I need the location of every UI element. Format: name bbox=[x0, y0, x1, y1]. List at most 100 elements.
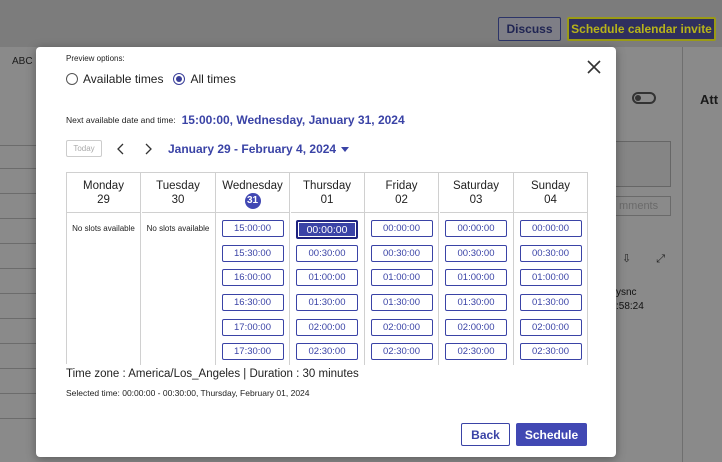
day-name: Saturday bbox=[452, 180, 500, 192]
close-icon[interactable] bbox=[586, 59, 602, 75]
time-slot[interactable]: 17:00:00 bbox=[221, 318, 284, 336]
selected-time-text: Selected time: 00:00:00 - 00:30:00, Thur… bbox=[66, 388, 310, 398]
radio-available-times[interactable]: Available times bbox=[66, 72, 163, 86]
week-calendar-grid: Monday 29 No slots available Tuesday 30 No sl… bbox=[66, 172, 588, 368]
day-column-thursday: Thursday 01 00:00:00 00:30:00 01:00:00 01:30:… bbox=[290, 173, 365, 368]
day-column-friday: Friday 02 00:00:00 00:30:00 01:00:00 01:30:00… bbox=[365, 173, 439, 365]
timezone-duration-text: Time zone : America/Los_Angeles | Durati… bbox=[66, 368, 359, 380]
day-name: Sunday bbox=[530, 180, 570, 192]
preview-options-label: Preview options: bbox=[66, 54, 125, 63]
time-slot[interactable]: 01:00:00 bbox=[445, 269, 507, 287]
today-button[interactable]: Today bbox=[66, 140, 102, 157]
radio-available-times-label: Available times bbox=[83, 72, 164, 86]
day-column-wednesday: Wednesday 31 15:00:00 15:30:00 16:00:00 16:30… bbox=[216, 173, 290, 365]
schedule-calendar-invite-button[interactable]: Schedule calendar invite bbox=[567, 17, 716, 41]
day-number: 01 bbox=[320, 194, 334, 206]
time-slot[interactable]: 17:30:00 bbox=[221, 343, 284, 361]
time-slot[interactable]: 16:30:00 bbox=[221, 294, 284, 312]
schedule-preview-dialog: Preview options: Available times All tim… bbox=[36, 47, 616, 457]
day-name: Friday bbox=[385, 180, 418, 192]
time-slot-list: 00:00:00 00:30:00 01:00:00 01:30:00 02:00:00… bbox=[291, 213, 364, 368]
day-column-sunday: Sunday 04 00:00:00 00:30:00 01:00:00 01:30:00… bbox=[514, 173, 588, 365]
time-slot[interactable]: 02:00:00 bbox=[519, 318, 582, 336]
time-slot[interactable]: 15:30:00 bbox=[221, 244, 284, 262]
day-number: 03 bbox=[469, 194, 483, 206]
day-number: 30 bbox=[171, 194, 185, 206]
next-available-label: Next available date and time: bbox=[66, 115, 176, 125]
time-slot[interactable]: 02:30:00 bbox=[519, 343, 582, 361]
day-column-monday: Monday 29 No slots available bbox=[67, 173, 141, 365]
radio-all-times-label: All times bbox=[190, 72, 236, 86]
background-divider bbox=[682, 47, 683, 462]
day-header: Friday 02 bbox=[365, 173, 438, 213]
discuss-button[interactable]: Discuss bbox=[498, 17, 561, 41]
time-slot[interactable]: 02:00:00 bbox=[296, 318, 358, 336]
time-slot[interactable]: 02:30:00 bbox=[370, 343, 433, 361]
next-week-chevron-right-icon[interactable] bbox=[141, 142, 155, 156]
time-slot[interactable]: 00:00:00 bbox=[519, 220, 582, 237]
expand-icon[interactable]: ⤢ bbox=[656, 253, 665, 265]
time-slot[interactable]: 16:00:00 bbox=[221, 269, 284, 287]
time-slot-selected[interactable]: 00:00:00 bbox=[296, 220, 358, 239]
date-range-label[interactable]: January 29 - February 4, 2024 bbox=[168, 142, 336, 156]
day-name: Monday bbox=[83, 180, 124, 192]
next-available-row: Next available date and time: 15:00:00, … bbox=[66, 113, 405, 127]
preview-options-radio-group: Available times All times bbox=[66, 72, 246, 86]
day-header: Tuesday 30 bbox=[141, 173, 215, 213]
time-slot[interactable]: 02:00:00 bbox=[445, 318, 507, 336]
background-sync-text: ysnc :58:24 bbox=[616, 287, 644, 312]
time-slot[interactable]: 01:30:00 bbox=[296, 294, 358, 312]
day-number: 29 bbox=[97, 194, 110, 206]
schedule-button[interactable]: Schedule bbox=[516, 423, 587, 446]
time-slot[interactable]: 02:30:00 bbox=[296, 343, 358, 361]
back-button[interactable]: Back bbox=[461, 423, 510, 446]
time-slot[interactable]: 00:30:00 bbox=[370, 244, 433, 262]
day-header: Saturday 03 bbox=[439, 173, 513, 213]
date-range-caret-down-icon[interactable] bbox=[341, 146, 350, 152]
radio-all-times[interactable]: All times bbox=[173, 72, 236, 86]
day-name: Thursday bbox=[303, 180, 351, 192]
background-toggle[interactable] bbox=[632, 92, 656, 104]
time-slot[interactable]: 00:30:00 bbox=[296, 244, 358, 262]
time-slot-list: 00:00:00 00:30:00 01:00:00 01:30:00 02:00:00… bbox=[514, 213, 587, 368]
time-slot[interactable]: 01:00:00 bbox=[296, 269, 358, 287]
radio-all-times-circle[interactable] bbox=[173, 73, 186, 85]
time-slot-list: 15:00:00 15:30:00 16:00:00 16:30:00 17:00:00… bbox=[216, 213, 289, 368]
time-slot[interactable]: 00:30:00 bbox=[519, 244, 582, 262]
day-number: 02 bbox=[395, 194, 408, 206]
time-slot[interactable]: 01:30:00 bbox=[445, 294, 507, 312]
day-header: Monday 29 bbox=[67, 173, 140, 213]
day-name: Wednesday bbox=[222, 180, 283, 192]
next-available-value[interactable]: 15:00:00, Wednesday, January 31, 2024 bbox=[182, 113, 405, 127]
day-column-tuesday: Tuesday 30 No slots available bbox=[141, 173, 216, 365]
day-header: Wednesday 31 bbox=[216, 173, 289, 213]
background-right-heading: Att bbox=[700, 92, 719, 107]
time-slot[interactable]: 01:00:00 bbox=[519, 269, 582, 287]
background-comments-button[interactable]: mments bbox=[616, 196, 671, 216]
week-navigation: Today January 29 - February 4, 2024 bbox=[66, 140, 350, 157]
time-slot[interactable]: 00:00:00 bbox=[370, 220, 433, 237]
day-column-saturday: Saturday 03 00:00:00 00:30:00 01:00:00 01:30:… bbox=[439, 173, 514, 368]
time-slot[interactable]: 01:00:00 bbox=[370, 269, 433, 287]
time-slot[interactable]: 02:30:00 bbox=[445, 343, 507, 361]
time-slot[interactable]: 02:00:00 bbox=[370, 318, 433, 336]
day-name: Tuesday bbox=[156, 180, 200, 192]
time-slot[interactable]: 01:30:00 bbox=[370, 294, 433, 312]
day-number: 04 bbox=[544, 194, 557, 206]
sort-icon[interactable]: ⇩ bbox=[622, 253, 631, 265]
time-slot[interactable]: 00:30:00 bbox=[445, 244, 507, 262]
time-slot[interactable]: 15:00:00 bbox=[221, 220, 284, 237]
no-slots-text: No slots available bbox=[146, 224, 210, 233]
radio-available-times-circle[interactable] bbox=[66, 73, 78, 85]
time-slot-list: 00:00:00 00:30:00 01:00:00 01:30:00 02:00:00… bbox=[440, 213, 513, 368]
day-header: Thursday 01 bbox=[290, 173, 364, 213]
no-slots-text: No slots available bbox=[72, 224, 135, 233]
time-slot[interactable]: 01:30:00 bbox=[519, 294, 582, 312]
time-slot-list: 00:00:00 00:30:00 01:00:00 01:30:00 02:00:00… bbox=[365, 213, 438, 368]
day-number: 31 bbox=[244, 193, 261, 209]
time-slot[interactable]: 00:00:00 bbox=[445, 220, 507, 237]
background-textarea[interactable] bbox=[616, 141, 671, 187]
day-header: Sunday 04 bbox=[514, 173, 587, 213]
background-toolbar-icons: ⇩ ⤢ bbox=[622, 252, 665, 266]
prev-week-chevron-left-icon[interactable] bbox=[114, 142, 128, 156]
